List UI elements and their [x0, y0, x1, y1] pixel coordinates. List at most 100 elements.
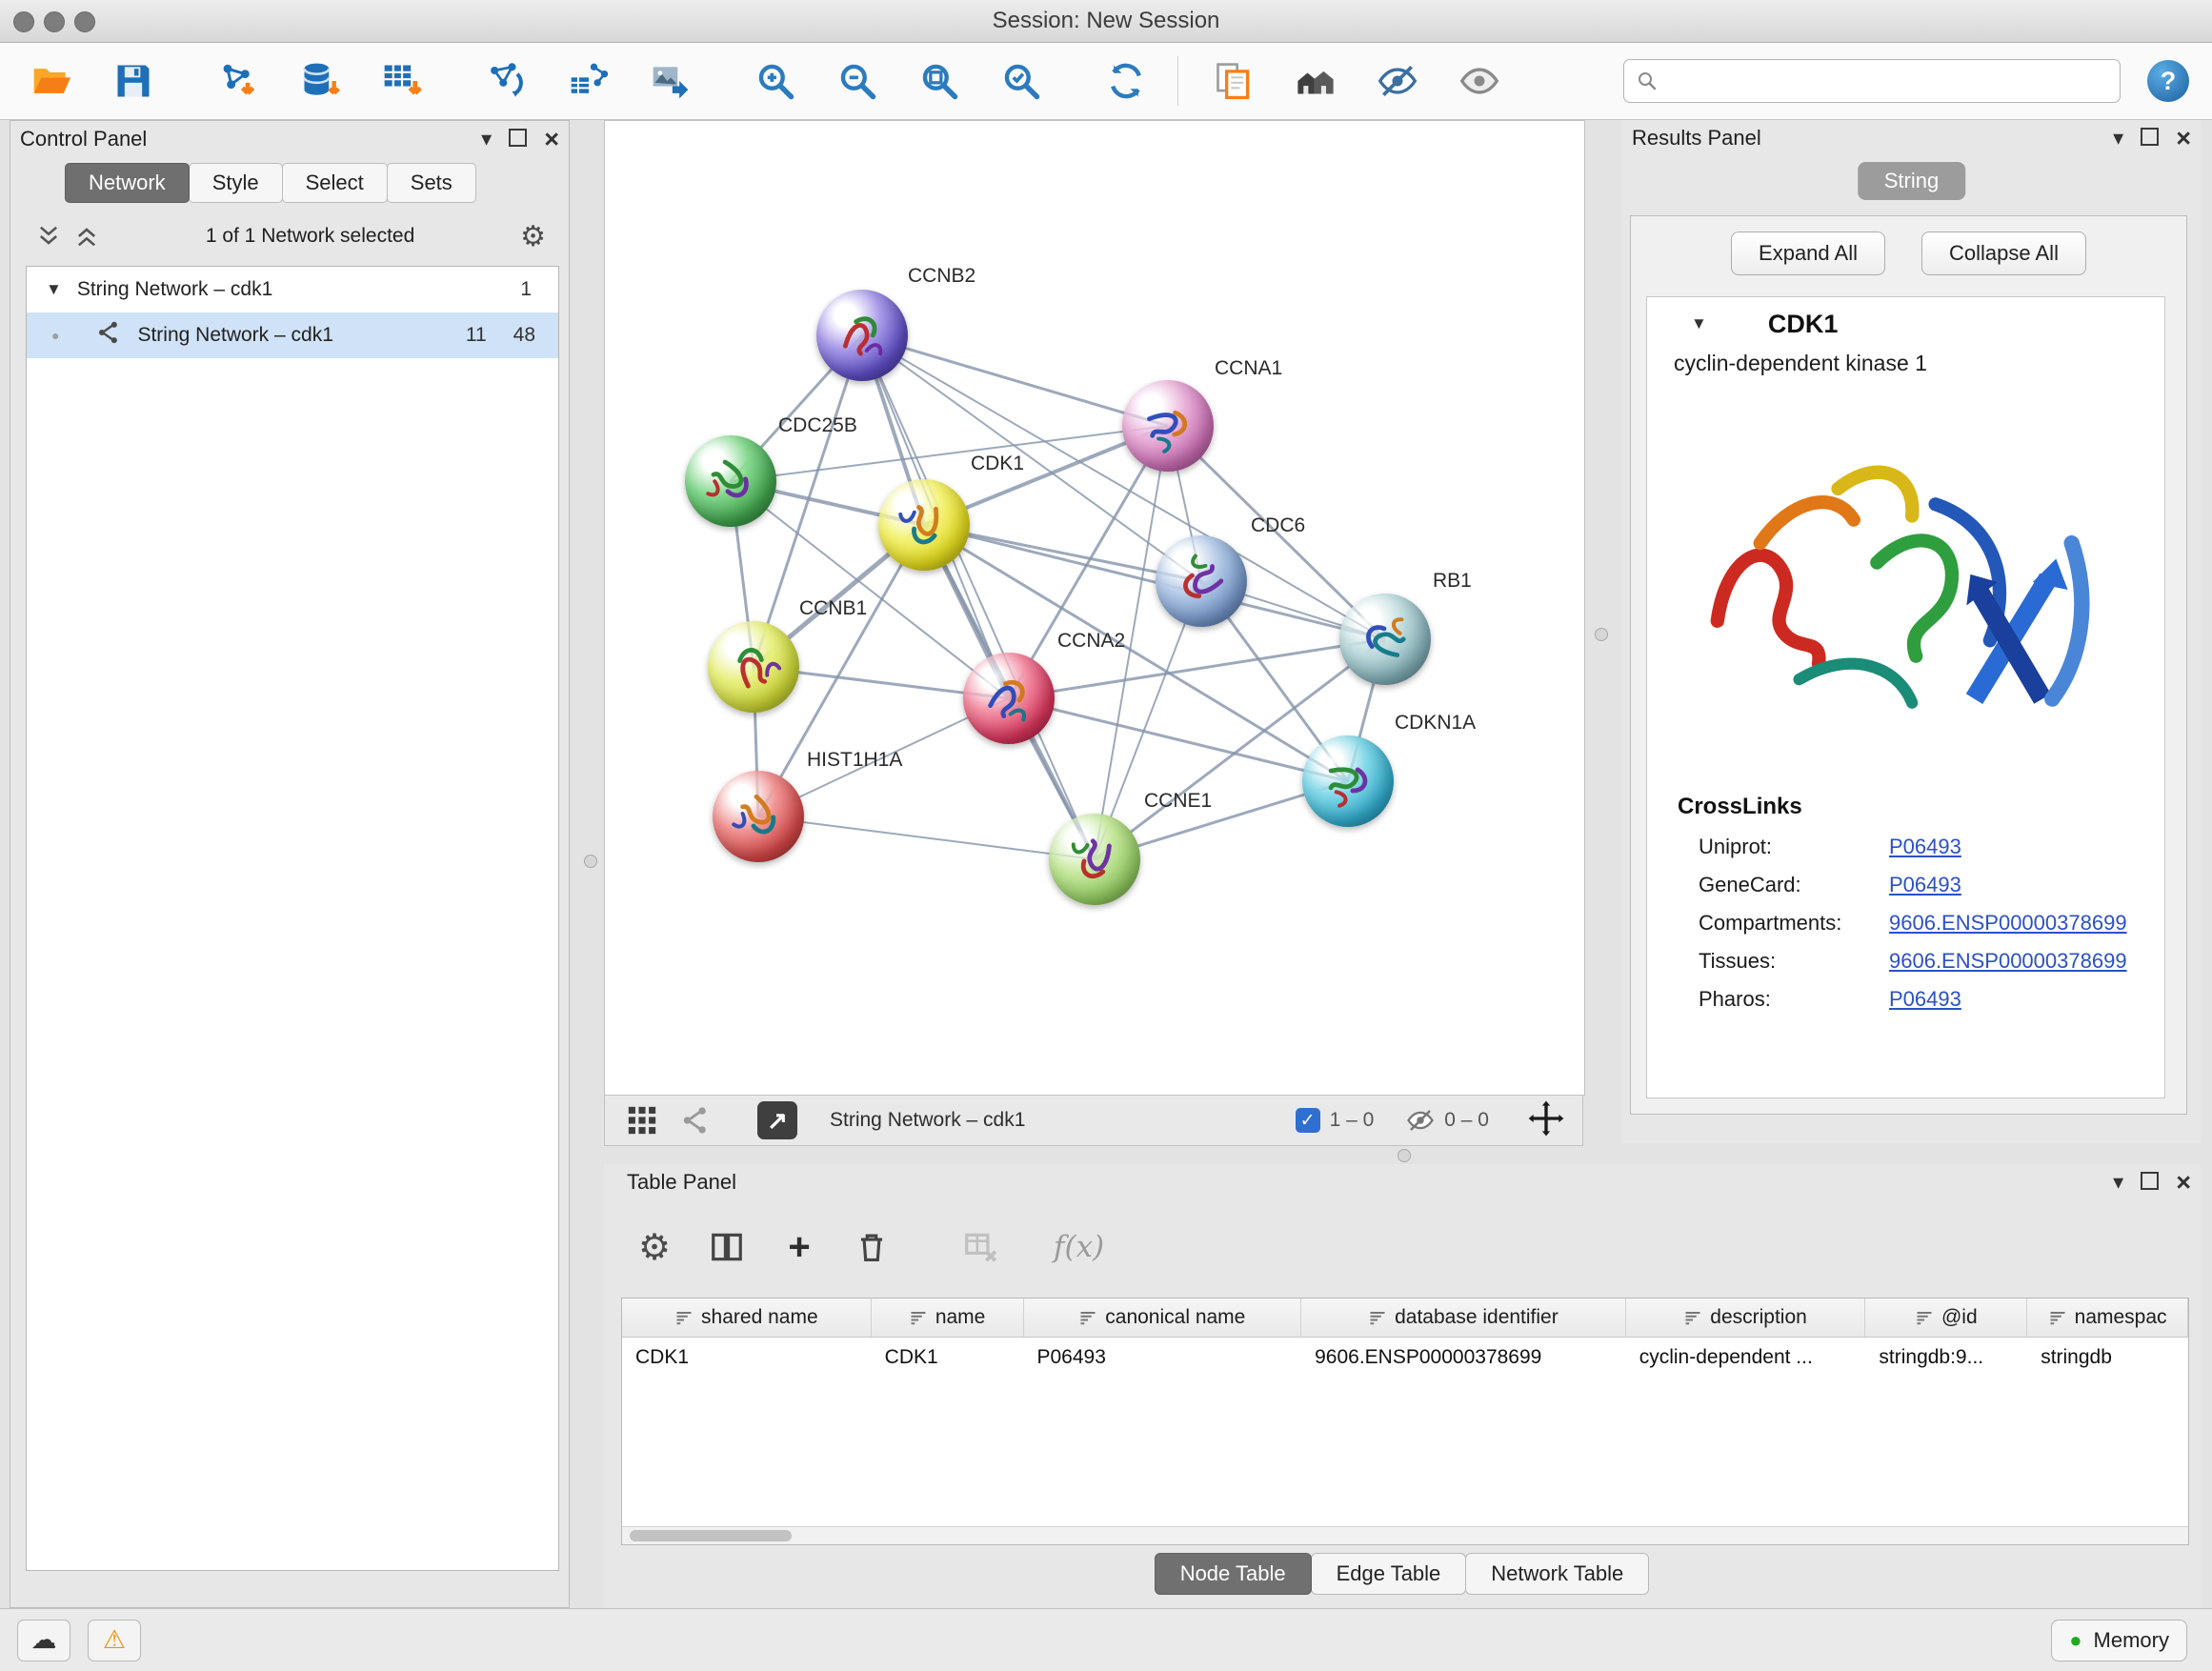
tab-string[interactable]: String [1858, 162, 1965, 200]
close-window-button[interactable] [13, 11, 34, 32]
column-header-database-identifier[interactable]: database identifier [1301, 1299, 1626, 1337]
cloud-icon[interactable]: ☁ [17, 1620, 70, 1661]
network-selection-summary: 1 of 1 Network selected [100, 225, 520, 248]
share-network-icon[interactable] [679, 1104, 712, 1137]
tab-node-table[interactable]: Node Table [1155, 1553, 1312, 1595]
warning-icon[interactable]: ⚠ [88, 1620, 141, 1661]
zoom-fit-icon[interactable] [913, 54, 966, 108]
create-column-icon[interactable]: + [774, 1221, 825, 1273]
tab-style[interactable]: Style [189, 163, 283, 203]
show-all-eye-icon[interactable] [1453, 54, 1506, 108]
memory-status-dot: ● [2069, 1630, 2081, 1651]
column-header-canonical-name[interactable]: canonical name [1024, 1299, 1302, 1337]
global-search-box[interactable] [1623, 59, 2121, 103]
import-network-database-icon[interactable] [293, 54, 347, 108]
scrollbar-thumb[interactable] [630, 1530, 792, 1541]
panel-float-icon[interactable] [2141, 1172, 2159, 1194]
expand-all-chevrons-icon[interactable] [35, 223, 62, 250]
open-in-new-window-icon[interactable]: ↗ [757, 1101, 797, 1139]
table-horizontal-scrollbar[interactable] [622, 1526, 2188, 1544]
right-splitter-handle[interactable] [1595, 628, 1608, 641]
minimize-window-button[interactable] [44, 11, 65, 32]
open-session-icon[interactable] [25, 54, 78, 108]
horizontal-splitter-handle[interactable] [1398, 1149, 1411, 1162]
panel-float-icon[interactable] [509, 129, 527, 151]
collapse-all-chevrons-icon[interactable] [73, 223, 100, 250]
search-input[interactable] [1659, 69, 2108, 93]
import-table-file-icon[interactable] [375, 54, 429, 108]
left-splitter-handle[interactable] [584, 855, 597, 868]
network-options-gear-icon[interactable]: ⚙ [520, 220, 546, 253]
tab-network-table[interactable]: Network Table [1465, 1553, 1649, 1595]
network-node-CCNB1[interactable] [708, 621, 799, 713]
zoom-in-icon[interactable] [749, 54, 802, 108]
zoom-out-icon[interactable] [831, 54, 884, 108]
grid-view-icon[interactable] [626, 1104, 658, 1137]
memory-button[interactable]: ● Memory [2051, 1620, 2187, 1661]
delete-column-trash-icon[interactable] [846, 1221, 897, 1273]
hide-selected-eye-icon[interactable] [1371, 54, 1424, 108]
column-header-namespac[interactable]: namespac [2027, 1299, 2188, 1337]
application-window: Session: New Session [0, 0, 2212, 1671]
panel-menu-icon[interactable]: ▾ [2113, 1172, 2123, 1193]
zoom-window-button[interactable] [74, 11, 95, 32]
network-node-CCNB2[interactable] [816, 290, 908, 381]
tree-expand-icon[interactable]: ▼ [46, 280, 62, 299]
tab-edge-table[interactable]: Edge Table [1311, 1553, 1467, 1595]
network-node-CDC25B[interactable] [685, 435, 776, 527]
title-bar: Session: New Session [0, 0, 2212, 43]
panel-menu-icon[interactable]: ▾ [2113, 128, 2123, 149]
network-row-selected[interactable]: ● String Network – cdk1 11 48 [27, 312, 558, 358]
table-settings-gear-icon[interactable]: ⚙ [629, 1221, 680, 1273]
network-from-table-icon[interactable] [562, 54, 615, 108]
network-node-CDKN1A[interactable] [1302, 735, 1394, 827]
collapse-all-button[interactable]: Collapse All [1921, 232, 2086, 275]
tab-network[interactable]: Network [65, 163, 190, 203]
panel-menu-icon[interactable]: ▾ [481, 129, 492, 150]
help-icon[interactable]: ? [2147, 60, 2189, 102]
network-node-label-CCNA1: CCNA1 [1215, 357, 1282, 380]
network-overview-icon[interactable] [1289, 54, 1342, 108]
network-node-CCNA2[interactable] [963, 653, 1055, 744]
column-header-label: namespac [2075, 1306, 2167, 1329]
tab-sets[interactable]: Sets [387, 163, 476, 203]
tab-select[interactable]: Select [282, 163, 388, 203]
column-header-name[interactable]: name [872, 1299, 1024, 1337]
crosslink-value-genecard[interactable]: P06493 [1889, 873, 1961, 897]
crosslink-value-compartments[interactable]: 9606.ENSP00000378699 [1889, 911, 2127, 936]
network-node-HIST1H1A[interactable] [713, 771, 804, 862]
table-cell-database-identifier: 9606.ENSP00000378699 [1301, 1338, 1626, 1378]
document-copy-icon[interactable] [1207, 54, 1260, 108]
control-panel: Control Panel ▾ × NetworkStyleSelectSets… [10, 120, 570, 1608]
first-neighbors-icon[interactable] [480, 54, 533, 108]
hidden-counts-group: 0 – 0 [1406, 1106, 1489, 1135]
panel-float-icon[interactable] [2141, 128, 2159, 150]
zoom-selected-icon[interactable] [995, 54, 1048, 108]
table-row[interactable]: CDK1CDK1P064939606.ENSP00000378699cyclin… [622, 1338, 2188, 1378]
column-header-shared-name[interactable]: shared name [622, 1299, 872, 1337]
network-node-CDC6[interactable] [1156, 535, 1247, 627]
column-header-description[interactable]: description [1626, 1299, 1866, 1337]
refresh-icon[interactable] [1099, 54, 1153, 108]
crosslink-value-tissues[interactable]: 9606.ENSP00000378699 [1889, 949, 2127, 974]
network-node-RB1[interactable] [1339, 594, 1431, 685]
save-session-icon[interactable] [107, 54, 160, 108]
panel-close-icon[interactable]: × [544, 129, 559, 150]
network-node-CDK1[interactable] [878, 479, 970, 571]
pan-crosshair-icon[interactable] [1527, 1099, 1565, 1142]
collapse-section-icon[interactable]: ▼ [1691, 314, 1707, 333]
column-header-id[interactable]: @id [1865, 1299, 2027, 1337]
network-node-CCNE1[interactable] [1049, 814, 1140, 905]
import-network-file-icon[interactable] [211, 54, 265, 108]
network-canvas[interactable]: CCNB2 CCNA1 CDC25B CDK1 CDC6 RB1 CCNB1 C… [604, 120, 1585, 1096]
export-image-icon[interactable] [644, 54, 697, 108]
panel-close-icon[interactable]: × [2176, 1172, 2191, 1193]
show-columns-icon[interactable] [701, 1221, 753, 1273]
crosslink-value-uniprot[interactable]: P06493 [1889, 835, 1961, 859]
panel-close-icon[interactable]: × [2176, 128, 2191, 149]
expand-all-button[interactable]: Expand All [1731, 232, 1885, 275]
network-collection-row[interactable]: ▼ String Network – cdk1 1 [27, 267, 558, 312]
table-panel-tabs: Node TableEdge TableNetwork Table [604, 1553, 2201, 1595]
crosslink-value-pharos[interactable]: P06493 [1889, 987, 1961, 1012]
network-node-CCNA1[interactable] [1122, 380, 1214, 472]
